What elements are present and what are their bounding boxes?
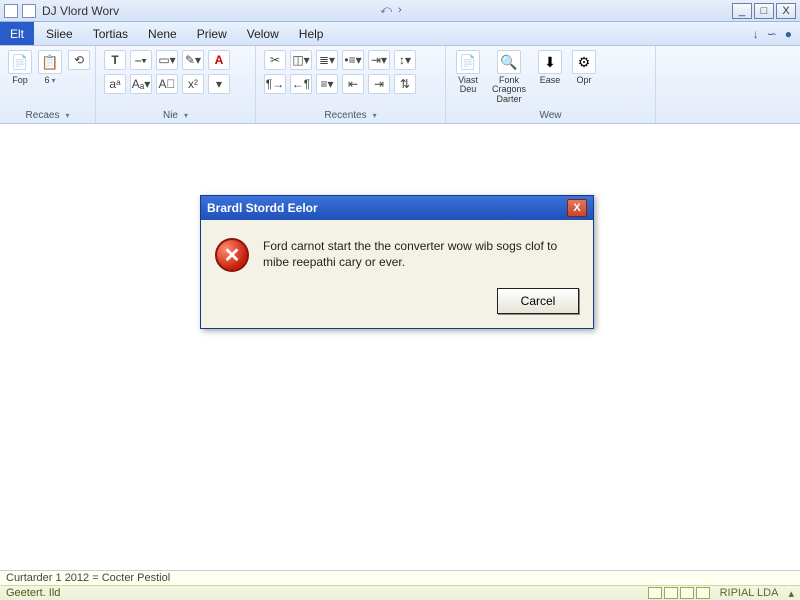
status-line-2-right: RIPIAL LDA (720, 587, 779, 599)
ribbon-btn-sort[interactable]: ⇅ (394, 74, 416, 94)
copy-icon: 📋 (38, 50, 62, 74)
status-bar: Curtarder 1 2012 = Cocter Pestiol Geeter… (0, 570, 800, 600)
magnifier-icon: 🔍 (497, 50, 521, 74)
ribbon-btn-align[interactable]: ≣▾ (316, 50, 338, 70)
doc-icon (22, 4, 36, 18)
ribbon-btn-opr[interactable]: ⚙ Opr (570, 50, 598, 85)
ribbon-btn-paste[interactable]: 📄 Fop (8, 50, 32, 85)
ribbon-btn-case[interactable]: Aₐ▾ (130, 74, 152, 94)
window-titlebar: DJ Vlord Worv ⤺ › _ □ X (0, 0, 800, 22)
status-line-2-left: Geetert. Ild (6, 587, 60, 599)
ribbon-btn-outdent[interactable]: ⇤ (342, 74, 364, 94)
ribbon-btn-indent2[interactable]: ⇥ (368, 74, 390, 94)
dialog-close-button[interactable]: X (567, 199, 587, 217)
ribbon-btn-highlight[interactable]: ✎▾ (182, 50, 204, 70)
ribbon-btn-underline[interactable]: ⎯▾ (130, 50, 152, 70)
ribbon-btn-spacing[interactable]: ↕▾ (394, 50, 416, 70)
ribbon-btn-clear[interactable]: A⃠ (156, 74, 178, 94)
dialog-title-text: Brardl Stordd Eelor (207, 201, 567, 215)
ribbon-btn-fonk[interactable]: 🔍 FonkCragonsDarter (488, 50, 530, 104)
ribbon-btn-rtl[interactable]: ←¶ (290, 74, 312, 94)
ribbon-btn-border[interactable]: ▭▾ (156, 50, 178, 70)
window-minimize-button[interactable]: _ (732, 3, 752, 19)
menu-item[interactable]: Priew (187, 22, 237, 45)
window-close-button[interactable]: X (776, 3, 796, 19)
menu-item[interactable]: Help (289, 22, 334, 45)
ribbon-btn-ease[interactable]: ⬇ Ease (536, 50, 564, 85)
menu-item[interactable]: Tortias (83, 22, 138, 45)
status-line-1: Curtarder 1 2012 = Cocter Pestiol (6, 572, 170, 584)
window-title: DJ Vlord Worv (42, 4, 372, 18)
qat-undo-icon[interactable]: ⤺ (380, 4, 392, 17)
error-dialog: Brardl Stordd Eelor X ✕ Ford carnot star… (200, 195, 594, 329)
help-dropdown-icon[interactable]: ↓ (753, 27, 759, 41)
ribbon-btn-bullets[interactable]: •≡▾ (342, 50, 364, 70)
ribbon-group-label: Recentes (324, 110, 366, 121)
menu-item[interactable]: Siiee (36, 22, 83, 45)
ribbon-btn-small[interactable]: aᵃ (104, 74, 126, 94)
menu-bar: Elt Siiee Tortias Nene Priew Velow Help … (0, 22, 800, 46)
view-mode-icons[interactable] (648, 587, 710, 599)
ribbon-btn-script[interactable]: x² (182, 74, 204, 94)
ribbon-btn-indent[interactable]: ⇥▾ (368, 50, 390, 70)
qat-redo-icon[interactable]: › (398, 4, 402, 17)
ribbon-collapse-icon[interactable]: ∽ (767, 27, 777, 41)
dialog-cancel-button[interactable]: Carcel (497, 288, 579, 314)
help-icon[interactable]: ● (785, 27, 792, 41)
ribbon-btn-copy[interactable]: 📋 6 (38, 50, 62, 85)
ribbon-group-label: Recaes (26, 110, 60, 121)
ribbon-btn-list[interactable]: ≡▾ (316, 74, 338, 94)
ribbon-group-label: Wew (539, 110, 561, 121)
dialog-message: Ford carnot start the the converter wow … (263, 238, 579, 272)
doc-down-icon: ⬇ (538, 50, 562, 74)
ribbon-btn-more[interactable]: ▾ (208, 74, 230, 94)
menu-item[interactable]: Nene (138, 22, 187, 45)
gear-doc-icon: ⚙ (572, 50, 596, 74)
menu-file[interactable]: Elt (0, 22, 34, 45)
menu-item[interactable]: Velow (237, 22, 289, 45)
error-icon: ✕ (215, 238, 249, 272)
ribbon-btn-shapes[interactable]: ◫▾ (290, 50, 312, 70)
ribbon: 📄 Fop 📋 6 ⟲ Recaes T ⎯▾ ▭▾ ✎▾ A aᵃ (0, 46, 800, 124)
dialog-titlebar[interactable]: Brardl Stordd Eelor X (201, 196, 593, 220)
ribbon-btn-format-brush[interactable]: ⟲ (68, 50, 90, 70)
page-icon: 📄 (456, 50, 480, 74)
document-canvas[interactable] (0, 124, 800, 570)
ribbon-btn-fontcolor[interactable]: A (208, 50, 230, 70)
ribbon-btn-text[interactable]: T (104, 50, 126, 70)
ribbon-btn-ltr[interactable]: ¶→ (264, 74, 286, 94)
chevron-up-icon[interactable]: ▴ (788, 587, 794, 600)
window-maximize-button[interactable]: □ (754, 3, 774, 19)
ribbon-group-label: Nie (163, 110, 178, 121)
ribbon-btn-viast[interactable]: 📄 ViastDeu (454, 50, 482, 95)
ribbon-btn-cut[interactable]: ✂ (264, 50, 286, 70)
app-icon (4, 4, 18, 18)
paste-icon: 📄 (8, 50, 32, 74)
